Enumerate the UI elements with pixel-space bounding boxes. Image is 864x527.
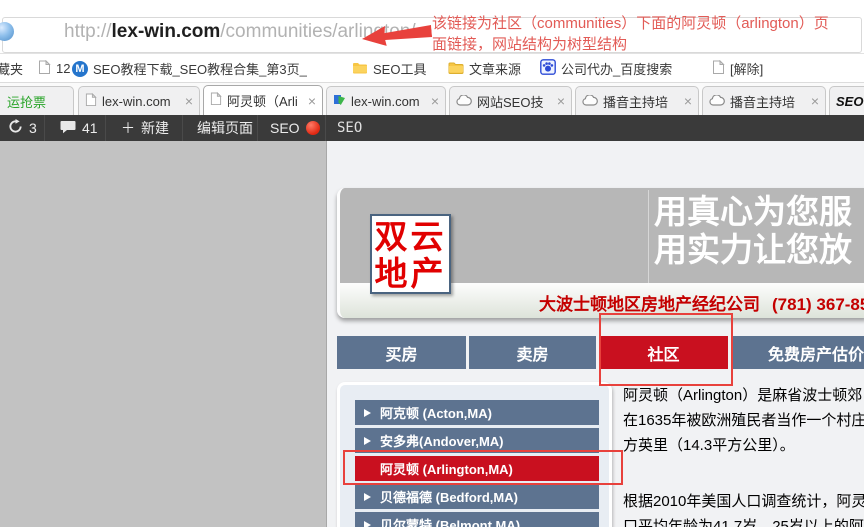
bookmark-item[interactable]: M SEO教程下载_SEO教程合集_第3页_ xyxy=(72,55,307,82)
seo-status-dot-icon xyxy=(306,121,320,135)
logo-text-line2: 地产 xyxy=(372,255,449,292)
bookmark-item[interactable]: 12 xyxy=(38,55,70,82)
wp-updates-button[interactable]: 3 xyxy=(8,115,37,141)
header-divider xyxy=(648,190,649,283)
bookmark-item[interactable]: 公司代办_百度搜索 xyxy=(540,55,672,82)
plus-icon: ＋ xyxy=(121,118,135,138)
tab-close-icon[interactable]: × xyxy=(811,94,819,108)
chevron-right-icon xyxy=(364,409,371,417)
page-icon xyxy=(38,60,51,78)
page-icon xyxy=(712,60,725,78)
admin-bar-separator xyxy=(105,115,106,141)
bookmark-folder[interactable]: 文章来源 xyxy=(448,55,521,82)
tab-close-icon[interactable]: × xyxy=(557,94,565,108)
gray-overlay-panel xyxy=(0,141,327,527)
annotation-box-communities xyxy=(599,313,733,386)
url-scheme: http:// xyxy=(64,21,112,42)
annotation-box-arlington xyxy=(343,450,623,485)
chevron-right-icon xyxy=(364,521,371,527)
tab-lexwin-2[interactable]: lex-win.com × xyxy=(326,86,446,115)
company-line: 大波士顿地区房地产经纪公司 (781) 367-85 xyxy=(539,290,864,315)
admin-bar-separator xyxy=(182,115,183,141)
wp-comments-button[interactable]: 41 xyxy=(60,115,98,141)
url-domain: lex-win.com xyxy=(112,21,221,42)
chevron-right-icon xyxy=(364,493,371,501)
tab-lexwin-1[interactable]: lex-win.com × xyxy=(78,86,200,115)
cloud-icon xyxy=(709,94,725,109)
tab-broadcast-2[interactable]: 播音主持培 × xyxy=(702,86,826,115)
bookmarks-bar: 收藏夹 12 M SEO教程下载_SEO教程合集_第3页_ SEO工具 文章来源… xyxy=(0,55,864,83)
admin-bar-separator xyxy=(44,115,45,141)
page-icon xyxy=(210,92,222,109)
bookmark-favorites-label[interactable]: 收藏夹 xyxy=(0,55,23,82)
nav-sell[interactable]: 卖房 xyxy=(469,336,596,369)
slogan-line1: 用真心为您服 xyxy=(654,193,852,231)
page-icon xyxy=(85,93,97,110)
nav-buy[interactable]: 买房 xyxy=(337,336,466,369)
article-paragraph-1: 阿灵顿（Arlington）是麻省波士顿郊 在1635年被欧洲殖民者当作一个村庄… xyxy=(623,383,864,458)
wp-new-button[interactable]: ＋ 新建 xyxy=(121,115,169,141)
sidebar-item-belmont[interactable]: 贝尔蒙特 (Belmont,MA) xyxy=(355,512,599,527)
slogan-line2: 用实力让您放 xyxy=(654,231,852,269)
wp-seo-menu-2[interactable]: SEO xyxy=(337,115,362,141)
tab-seo-site[interactable]: SEO 网站 xyxy=(829,86,864,115)
tab-broadcast-1[interactable]: 播音主持培 × xyxy=(575,86,699,115)
wp-admin-bar: 3 41 ＋ 新建 编辑页面 SEO SEO xyxy=(0,115,864,141)
phone-number: (781) 367-85 xyxy=(772,295,864,314)
tab-close-icon[interactable]: × xyxy=(185,94,193,108)
baidu-paw-icon xyxy=(540,59,556,78)
tab-close-icon[interactable]: × xyxy=(308,94,316,108)
admin-bar-separator xyxy=(257,115,258,141)
tab-ticket[interactable]: 运抢票 xyxy=(0,86,74,115)
site-slogan: 用真心为您服 用实力让您放 xyxy=(654,193,852,269)
comment-bubble-icon xyxy=(60,120,76,137)
logo-text-line1: 双云 xyxy=(372,218,449,255)
company-name: 大波士顿地区房地产经纪公司 xyxy=(539,295,760,314)
folder-icon xyxy=(352,61,368,77)
site-logo-icon xyxy=(333,93,346,109)
sidebar-item-acton[interactable]: 阿克顿 (Acton,MA) xyxy=(355,400,599,425)
tab-seo-tech[interactable]: 网站SEO技 × xyxy=(449,86,572,115)
wp-seo-menu[interactable]: SEO xyxy=(270,115,320,141)
folder-icon xyxy=(448,61,464,77)
nav-free-valuation[interactable]: 免费房产估价 xyxy=(731,336,864,369)
tab-close-icon[interactable]: × xyxy=(431,94,439,108)
sidebar-item-bedford[interactable]: 贝德福德 (Bedford,MA) xyxy=(355,484,599,509)
wp-edit-page-button[interactable]: 编辑页面 xyxy=(197,115,253,141)
m-badge-icon: M xyxy=(72,61,88,77)
site-logo[interactable]: 双云 地产 xyxy=(370,214,451,294)
chevron-right-icon xyxy=(364,437,371,445)
bookmark-item[interactable]: [解除] xyxy=(712,55,763,82)
cloud-icon xyxy=(582,94,598,109)
annotation-text-line2: 面链接，网站结构为树型结构 xyxy=(432,33,627,54)
article-paragraph-2: 根据2010年美国人口调查统计，阿灵 口平均年龄为41.7岁。25岁以上的阿 xyxy=(623,489,864,527)
admin-bar-separator xyxy=(325,115,326,141)
annotation-text-line1: 该链接为社区（communities）下面的阿灵顿（arlington）页 xyxy=(432,12,829,33)
browser-window: http://lex-win.com/communities/arlington… xyxy=(0,0,864,527)
site-header: 双云 地产 用真心为您服 用实力让您放 大波士顿地区房地产经纪公司 (781) 3… xyxy=(337,188,864,318)
tab-close-icon[interactable]: × xyxy=(684,94,692,108)
bookmark-folder[interactable]: SEO工具 xyxy=(352,55,426,82)
tab-arlington-active[interactable]: 阿灵顿（Arli × xyxy=(203,85,323,115)
cloud-icon xyxy=(456,94,472,109)
refresh-icon xyxy=(8,119,23,137)
